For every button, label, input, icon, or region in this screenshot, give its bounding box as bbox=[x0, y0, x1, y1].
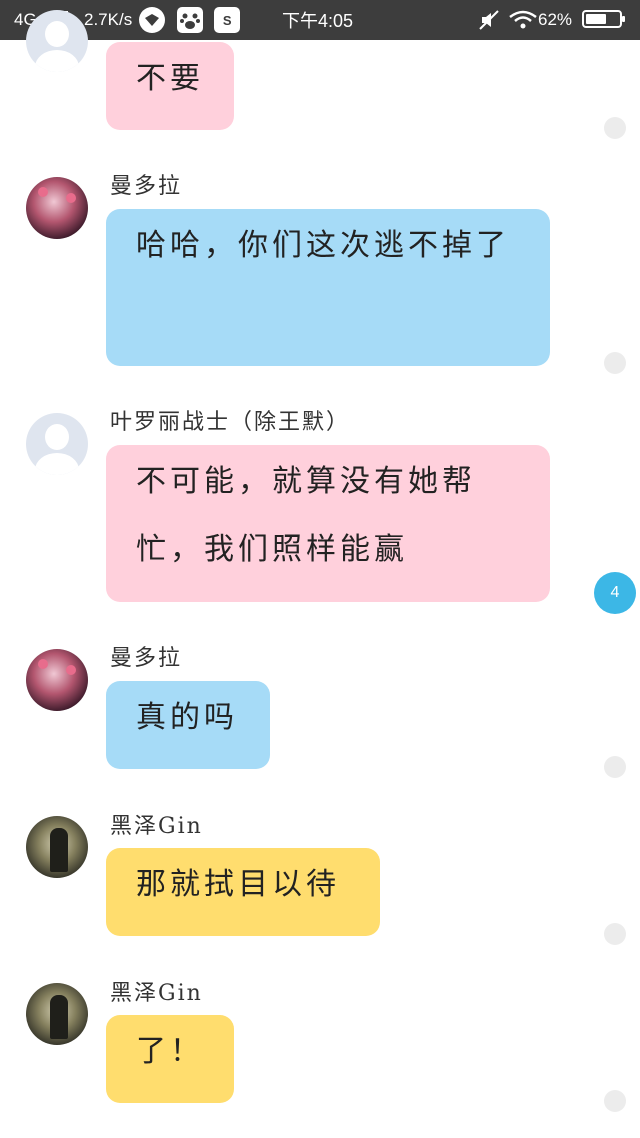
mandora-avatar[interactable] bbox=[26, 649, 88, 711]
clock: 下午4:05 bbox=[282, 11, 354, 31]
avatar-figure bbox=[50, 828, 68, 872]
message-text: 了！ bbox=[136, 1034, 204, 1069]
mandora-avatar[interactable] bbox=[26, 177, 88, 239]
avatar-body bbox=[35, 453, 79, 475]
avatar-body bbox=[35, 50, 79, 72]
avatar-flower bbox=[38, 187, 48, 197]
bird-app-icon bbox=[139, 7, 166, 33]
chat-area[interactable]: 不要 曼多拉 哈哈，你们这次逃不掉了 叶罗丽战士（除王默） 不可能，就算没有她帮… bbox=[0, 10, 640, 1138]
read-status-dot bbox=[604, 352, 626, 374]
s-app-icon-label: S bbox=[222, 12, 232, 28]
read-status-dot bbox=[604, 117, 626, 139]
wifi-icon bbox=[509, 10, 537, 29]
read-status-dot bbox=[604, 1090, 626, 1112]
message-text: 不要 bbox=[136, 61, 204, 96]
sender-name: 黑泽Gin bbox=[110, 814, 203, 839]
message-text: 不可能，就算没有她帮忙，我们照样能赢 bbox=[136, 464, 476, 567]
avatar-head bbox=[45, 424, 69, 450]
message-bubble[interactable]: 哈哈，你们这次逃不掉了 bbox=[106, 209, 550, 366]
battery-percent: 62% bbox=[538, 10, 573, 29]
sender-name: 黑泽Gin bbox=[110, 981, 203, 1006]
mute-icon bbox=[479, 10, 499, 30]
read-status-dot bbox=[604, 923, 626, 945]
status-icons bbox=[478, 0, 538, 40]
battery-icon bbox=[582, 10, 625, 28]
avatar-flower bbox=[66, 665, 76, 675]
sender-name: 曼多拉 bbox=[110, 174, 183, 199]
default-avatar-icon[interactable] bbox=[26, 413, 88, 475]
baidu-paw-icon bbox=[177, 7, 204, 33]
avatar-flower bbox=[66, 193, 76, 203]
net-speed: 2.7K/s S bbox=[84, 0, 241, 40]
message-text: 那就拭目以待 bbox=[136, 867, 340, 902]
net-speed-text: 2.7K/s bbox=[84, 10, 133, 29]
battery-fill bbox=[586, 14, 606, 24]
battery-tip bbox=[622, 16, 625, 22]
unread-badge[interactable]: 4 bbox=[594, 572, 636, 614]
avatar-figure bbox=[50, 995, 68, 1039]
sender-name: 叶罗丽战士（除王默） bbox=[110, 410, 351, 435]
message-bubble[interactable]: 了！ bbox=[106, 1015, 234, 1103]
gin-avatar[interactable] bbox=[26, 816, 88, 878]
read-status-dot bbox=[604, 756, 626, 778]
message-bubble[interactable]: 不可能，就算没有她帮忙，我们照样能赢 bbox=[106, 445, 550, 602]
message-text: 哈哈，你们这次逃不掉了 bbox=[136, 228, 510, 263]
avatar-head bbox=[45, 21, 69, 47]
status-bar: 4G 2.7K/s S 下午4:05 62% bbox=[0, 0, 640, 40]
message-bubble[interactable]: 那就拭目以待 bbox=[106, 848, 380, 936]
message-bubble[interactable]: 不要 bbox=[106, 42, 234, 130]
avatar-flower bbox=[38, 659, 48, 669]
default-avatar-icon[interactable] bbox=[26, 10, 88, 72]
gin-avatar[interactable] bbox=[26, 983, 88, 1045]
message-bubble[interactable]: 真的吗 bbox=[106, 681, 270, 769]
message-text: 真的吗 bbox=[136, 700, 238, 735]
sender-name: 曼多拉 bbox=[110, 646, 183, 671]
s-app-icon: S bbox=[214, 7, 241, 33]
